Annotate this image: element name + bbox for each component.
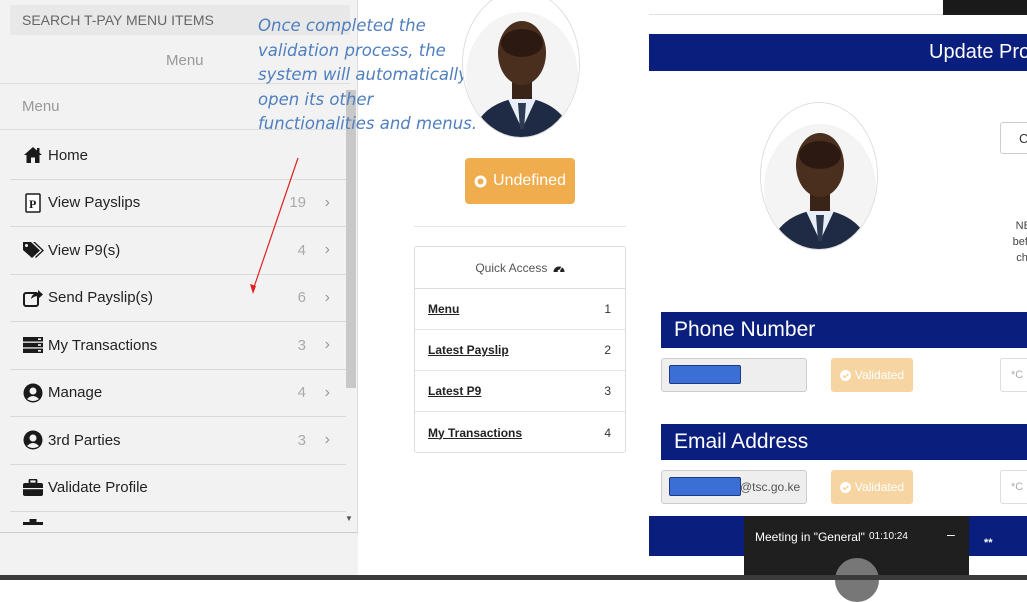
status-label: Undefined [493, 172, 566, 189]
quick-access-label: Quick Access [475, 261, 548, 275]
quick-access-row: Menu 1 [415, 289, 625, 330]
update-profile-title: Update Pro [929, 41, 1027, 63]
redacted-value [669, 365, 741, 384]
sidebar-item-send-payslips[interactable]: Send Payslip(s) 6 › [10, 274, 346, 322]
briefcase-icon [22, 478, 44, 498]
sidebar-item-label: Home [48, 146, 89, 164]
quick-access-number: 3 [604, 384, 611, 398]
sidebar-item-label: Validate Profile [48, 479, 148, 497]
email-confirm-field[interactable]: *C [1000, 470, 1027, 504]
redacted-value [669, 477, 741, 496]
quick-link-latest-payslip[interactable]: Latest Payslip [428, 343, 509, 357]
sidebar-item-manage[interactable]: Manage 4 › [10, 369, 346, 417]
menu-list: Home P View Payslips 19 › View P9(s) 4 ›… [10, 132, 346, 532]
item-count: 4 [297, 241, 306, 259]
sidebar-footer [0, 532, 358, 575]
email-address-title: Email Address [674, 430, 809, 453]
meeting-timer: 01:10:24 [869, 531, 908, 542]
update-profile-header: Update Pro [649, 34, 1027, 71]
phone-validated-button[interactable]: Validated [831, 358, 913, 392]
choose-file-button[interactable]: C [1000, 122, 1027, 154]
sidebar-item-home[interactable]: Home [10, 132, 346, 180]
phone-confirm-field[interactable]: *C [1000, 358, 1027, 392]
quick-access-row: Latest P9 3 [415, 371, 625, 412]
sidebar-item-partial[interactable] [10, 512, 346, 532]
avatar [835, 558, 879, 602]
sidebar-item-3rd-parties[interactable]: 3rd Parties 3 › [10, 417, 346, 465]
item-count: 3 [297, 336, 306, 354]
quick-access-number: 2 [604, 343, 611, 357]
validated-label: Validated [854, 480, 905, 494]
quick-link-menu[interactable]: Menu [428, 302, 459, 316]
svg-text:P: P [29, 197, 36, 211]
server-icon [22, 335, 44, 355]
sidebar-item-label: Manage [48, 384, 103, 402]
circle-x-icon [474, 175, 487, 187]
email-domain: @tsc.go.ke [740, 480, 801, 494]
sidebar-item-label: 3rd Parties [48, 431, 121, 449]
note-line: befo [1012, 236, 1027, 248]
profile-photo-large [760, 102, 878, 250]
chevron-right-icon: › [324, 336, 330, 354]
minimize-button[interactable]: – [947, 526, 955, 542]
note-line: cha [1016, 252, 1027, 264]
item-count: 19 [289, 194, 306, 212]
chevron-right-icon: › [324, 193, 330, 211]
scroll-down-icon[interactable]: ▼ [345, 514, 353, 523]
tags-icon [22, 240, 44, 260]
payslip-icon: P [22, 193, 44, 213]
quick-access-number: 1 [604, 302, 611, 316]
sidebar-item-my-transactions[interactable]: My Transactions 3 › [10, 322, 346, 370]
dashboard-icon [553, 266, 565, 273]
tutorial-annotation: Once completed the validation process, t… [258, 16, 477, 133]
item-count: 3 [297, 431, 306, 449]
top-bar-fragment [943, 0, 1027, 15]
sidebar-item-view-p9[interactable]: View P9(s) 4 › [10, 227, 346, 275]
user-circle-icon [22, 383, 44, 403]
meeting-title: Meeting in "General" [755, 530, 865, 544]
validated-label: Validated [854, 368, 905, 382]
item-count: 6 [297, 289, 306, 307]
sidebar-item-label: View Payslips [48, 194, 141, 212]
chevron-right-icon: › [324, 288, 330, 306]
chevron-right-icon: › [324, 431, 330, 449]
chevron-right-icon: › [324, 241, 330, 259]
email-field[interactable]: @tsc.go.ke [661, 470, 807, 504]
quick-link-latest-p9[interactable]: Latest P9 [428, 384, 481, 398]
more-options-icon[interactable]: ** [984, 537, 993, 549]
quick-access-row: Latest Payslip 2 [415, 330, 625, 371]
sidebar-item-label: My Transactions [48, 336, 158, 354]
quick-access-row: My Transactions 4 [415, 412, 625, 453]
quick-access-title: Quick Access [415, 247, 625, 289]
check-circle-icon [839, 369, 851, 381]
email-validated-button[interactable]: Validated [831, 470, 913, 504]
item-count: 4 [297, 384, 306, 402]
profile-photo [462, 0, 580, 138]
sidebar-item-view-payslips[interactable]: P View Payslips 19 › [10, 179, 346, 227]
quick-access-number: 4 [604, 425, 611, 440]
divider [414, 226, 626, 227]
sidebar-item-validate-profile[interactable]: Validate Profile [10, 464, 346, 512]
home-icon [22, 145, 44, 165]
quick-link-my-transactions[interactable]: My Transactions [428, 426, 522, 440]
meeting-popup[interactable]: Meeting in "General" 01:10:24 – [744, 516, 969, 602]
phone-number-header: Phone Number [661, 312, 1027, 348]
phone-number-title: Phone Number [674, 318, 816, 341]
phone-field[interactable] [661, 358, 807, 392]
check-circle-icon [839, 481, 851, 493]
sidebar-item-label: Send Payslip(s) [48, 289, 154, 307]
note-line: NB: [1015, 220, 1027, 232]
sidebar-item-label: View P9(s) [48, 241, 121, 259]
status-button[interactable]: Undefined [465, 158, 575, 204]
quick-access-panel: Quick Access Menu 1 Latest Payslip 2 Lat… [414, 246, 626, 453]
briefcase-icon [22, 512, 44, 532]
email-address-header: Email Address [661, 424, 1027, 460]
share-icon [22, 288, 44, 308]
taskbar-edge [0, 575, 1027, 580]
chevron-right-icon: › [324, 383, 330, 401]
user-circle-icon [22, 430, 44, 450]
note-text: NB: befo cha [994, 218, 1027, 266]
